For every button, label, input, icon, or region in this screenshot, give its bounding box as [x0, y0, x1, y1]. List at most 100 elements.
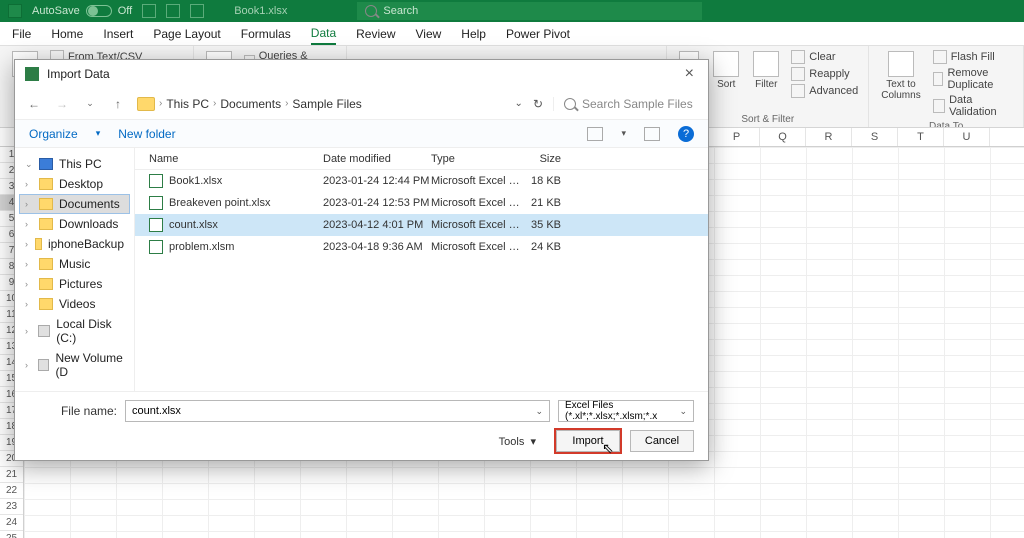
sort-button[interactable]: Sort — [709, 49, 743, 92]
new-folder-button[interactable]: New folder — [118, 127, 175, 141]
tab-page-layout[interactable]: Page Layout — [153, 24, 220, 44]
file-row[interactable]: problem.xlsm2023-04-18 9:36 AMMicrosoft … — [135, 236, 708, 258]
chevron-down-icon[interactable]: ⌄ — [535, 406, 543, 417]
autosave-label: AutoSave — [32, 5, 80, 17]
flash-fill-button[interactable]: Flash Fill — [931, 49, 1015, 65]
sidebar-item-desktop[interactable]: ›Desktop — [19, 174, 130, 194]
toggle-off-icon[interactable] — [86, 5, 112, 17]
nav-recent-button[interactable]: ⌄ — [81, 98, 99, 109]
sidebar-item-iphonebackup[interactable]: ›iphoneBackup — [19, 234, 130, 254]
undo-icon[interactable] — [166, 4, 180, 18]
data-validation-icon — [933, 99, 945, 113]
folder-icon — [35, 238, 42, 250]
help-button[interactable]: ? — [678, 126, 694, 142]
file-name-input[interactable]: count.xlsx ⌄ — [125, 400, 550, 422]
row-header[interactable]: 25 — [0, 531, 23, 538]
remove-duplicates-button[interactable]: Remove Duplicate — [931, 66, 1015, 92]
dialog-toolbar: Organize▾ New folder ▾ ? — [15, 120, 708, 148]
refresh-button[interactable]: ↻ — [533, 97, 543, 111]
chevron-down-icon[interactable]: ⌄ — [679, 406, 687, 417]
autosave-toggle[interactable]: AutoSave Off — [32, 5, 132, 17]
sidebar-item-pictures[interactable]: ›Pictures — [19, 274, 130, 294]
import-button[interactable]: Import — [556, 430, 620, 452]
file-type-value: Excel Files (*.xl*;*.xlsx;*.xlsm;*.x — [565, 400, 679, 422]
preview-toggle-button[interactable] — [644, 127, 660, 141]
file-list-pane: Name Date modified Type Size Book1.xlsx2… — [135, 148, 708, 391]
file-row[interactable]: Breakeven point.xlsx2023-01-24 12:53 PMM… — [135, 192, 708, 214]
tab-power-pivot[interactable]: Power Pivot — [506, 24, 570, 44]
col-header[interactable]: Q — [760, 128, 806, 146]
nav-forward-button[interactable]: → — [53, 97, 71, 111]
col-header[interactable]: R — [806, 128, 852, 146]
row-header[interactable]: 21 — [0, 467, 23, 483]
view-mode-button[interactable] — [587, 127, 603, 141]
data-validation-label: Data Validation — [949, 94, 1013, 118]
sidebar-item-label: Downloads — [59, 217, 118, 231]
file-name-value: count.xlsx — [132, 405, 181, 417]
folder-icon — [39, 298, 53, 310]
breadcrumb-part[interactable]: This PC — [166, 97, 209, 111]
tab-home[interactable]: Home — [51, 24, 83, 44]
breadcrumb-part[interactable]: Sample Files — [292, 97, 361, 111]
dialog-search[interactable]: Search Sample Files — [553, 97, 698, 111]
col-header[interactable]: P — [714, 128, 760, 146]
sidebar-item-local-disk-c-[interactable]: ›Local Disk (C:) — [19, 314, 130, 348]
nav-up-button[interactable]: ↑ — [109, 97, 127, 111]
sidebar-item-this-pc[interactable]: ⌄This PC — [19, 154, 130, 174]
nav-back-button[interactable]: ← — [25, 97, 43, 111]
tab-review[interactable]: Review — [356, 24, 395, 44]
dialog-titlebar: Import Data × — [15, 60, 708, 88]
advanced-filter-button[interactable]: Advanced — [789, 83, 860, 99]
file-type-filter[interactable]: Excel Files (*.xl*;*.xlsx;*.xlsm;*.x ⌄ — [558, 400, 694, 422]
breadcrumb-part[interactable]: Documents — [220, 97, 281, 111]
col-name[interactable]: Name — [143, 153, 323, 165]
file-row[interactable]: Book1.xlsx2023-01-24 12:44 PMMicrosoft E… — [135, 170, 708, 192]
row-header[interactable]: 22 — [0, 483, 23, 499]
excel-file-icon — [149, 240, 163, 254]
filter-button[interactable]: Filter — [749, 49, 783, 92]
chevron-right-icon: › — [25, 360, 32, 370]
folder-icon — [39, 218, 53, 230]
text-to-columns-button[interactable]: Text to Columns — [877, 49, 924, 103]
sidebar-item-videos[interactable]: ›Videos — [19, 294, 130, 314]
text-to-columns-icon — [888, 51, 914, 77]
sidebar-item-documents[interactable]: ›Documents — [19, 194, 130, 214]
clear-filter-button[interactable]: Clear — [789, 49, 860, 65]
clear-label: Clear — [809, 51, 835, 63]
tab-view[interactable]: View — [416, 24, 442, 44]
tab-help[interactable]: Help — [461, 24, 486, 44]
global-search[interactable]: Search — [357, 2, 702, 20]
dialog-title: Import Data — [47, 67, 110, 81]
chevron-right-icon: ⌄ — [25, 159, 33, 170]
breadcrumb[interactable]: › This PC › Documents › Sample Files — [137, 97, 505, 111]
save-icon[interactable] — [142, 4, 156, 18]
col-date[interactable]: Date modified — [323, 153, 431, 165]
col-header[interactable]: U — [944, 128, 990, 146]
file-row[interactable]: count.xlsx2023-04-12 4:01 PMMicrosoft Ex… — [135, 214, 708, 236]
chevron-right-icon: › — [25, 199, 33, 209]
dialog-search-placeholder: Search Sample Files — [582, 97, 693, 111]
organize-button[interactable]: Organize — [29, 127, 78, 141]
sidebar-item-music[interactable]: ›Music — [19, 254, 130, 274]
reapply-filter-button[interactable]: Reapply — [789, 66, 860, 82]
tab-file[interactable]: File — [12, 24, 31, 44]
row-header[interactable]: 23 — [0, 499, 23, 515]
redo-icon[interactable] — [190, 4, 204, 18]
breadcrumb-dropdown[interactable]: ⌄ — [515, 98, 523, 109]
sidebar-item-downloads[interactable]: ›Downloads — [19, 214, 130, 234]
chevron-right-icon: › — [25, 279, 33, 289]
close-button[interactable]: × — [681, 65, 698, 83]
tab-insert[interactable]: Insert — [103, 24, 133, 44]
sidebar-item-new-volume-d[interactable]: ›New Volume (D — [19, 348, 130, 382]
row-header[interactable]: 24 — [0, 515, 23, 531]
data-validation-button[interactable]: Data Validation — [931, 93, 1015, 119]
tools-dropdown[interactable]: Tools ▾ — [499, 435, 536, 448]
folder-icon — [39, 198, 53, 210]
col-type[interactable]: Type — [431, 153, 521, 165]
cancel-button[interactable]: Cancel — [630, 430, 694, 452]
tab-data[interactable]: Data — [311, 23, 336, 45]
col-size[interactable]: Size — [521, 153, 561, 165]
col-header[interactable]: S — [852, 128, 898, 146]
col-header[interactable]: T — [898, 128, 944, 146]
tab-formulas[interactable]: Formulas — [241, 24, 291, 44]
